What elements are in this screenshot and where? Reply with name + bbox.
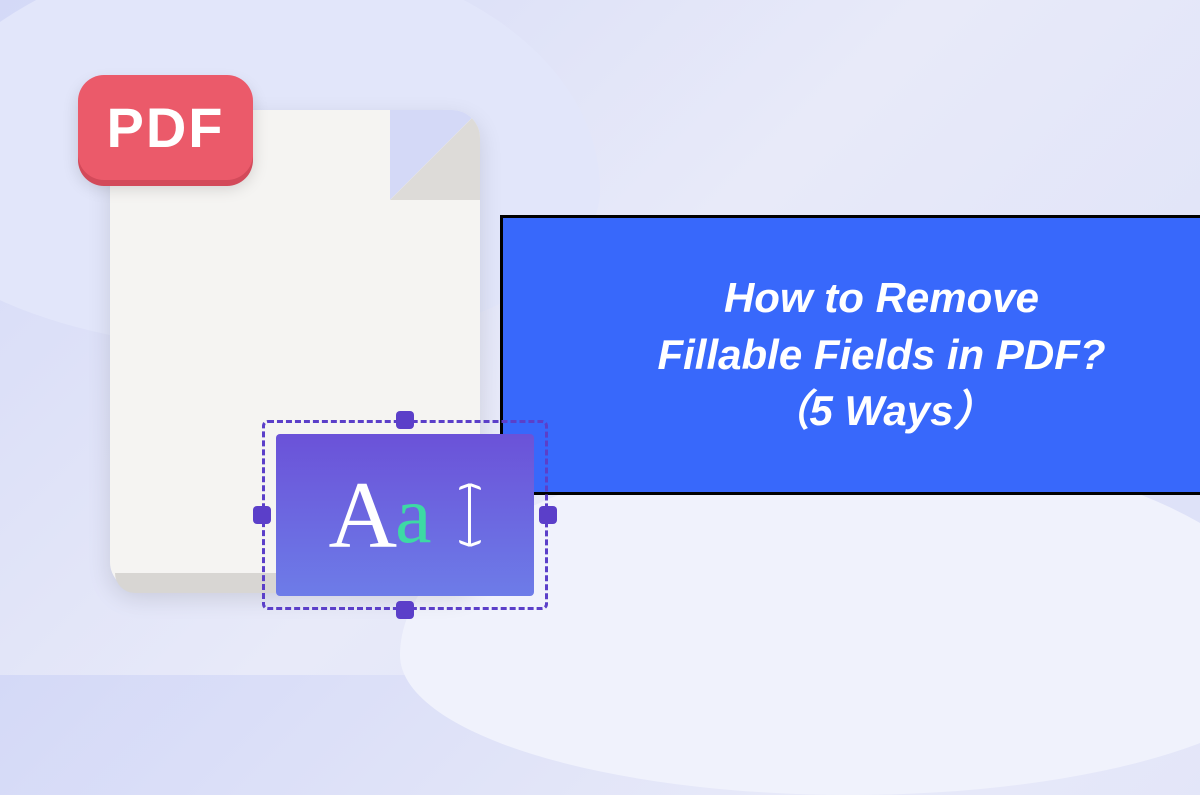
selection-handle-right-icon [539, 506, 557, 524]
title-banner: How to Remove Fillable Fields in PDF? （5… [500, 215, 1200, 495]
title-line-1: How to Remove [724, 274, 1039, 321]
selection-handle-bottom-icon [396, 601, 414, 619]
title-line-3: （5 Ways） [768, 387, 996, 434]
pdf-badge: PDF [78, 75, 253, 180]
page-fold-corner-icon [390, 110, 480, 200]
document-icon: A a [110, 110, 480, 590]
selection-handle-top-icon [396, 411, 414, 429]
text-cursor-icon [458, 481, 482, 549]
pdf-badge-label: PDF [107, 95, 225, 160]
fillable-text-field: A a [262, 420, 548, 610]
glyph-lowercase-a: a [395, 468, 431, 562]
text-field-inner: A a [276, 434, 534, 596]
glyph-uppercase-a: A [328, 460, 397, 570]
title-line-2: Fillable Fields in PDF? [657, 331, 1105, 378]
title-text: How to Remove Fillable Fields in PDF? （5… [657, 270, 1105, 440]
selection-handle-left-icon [253, 506, 271, 524]
